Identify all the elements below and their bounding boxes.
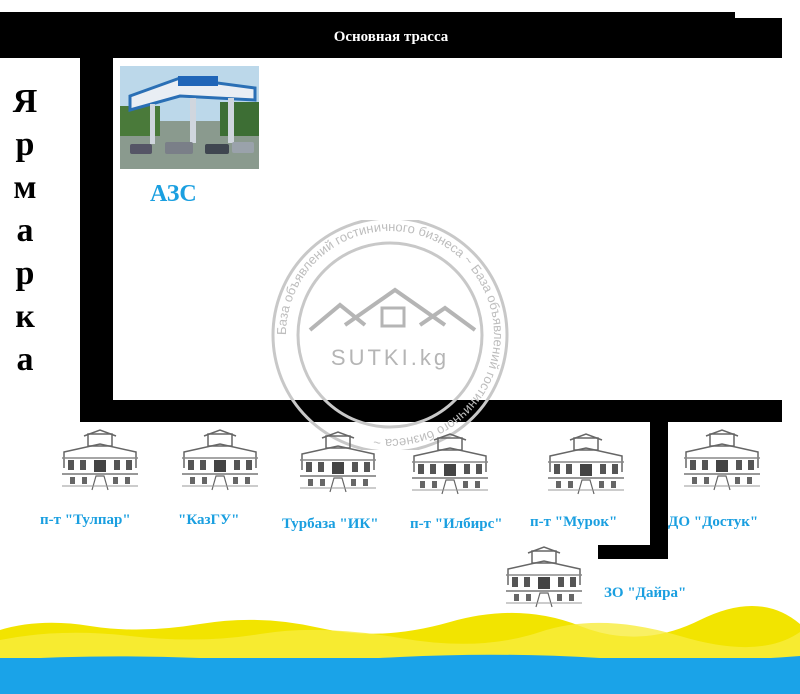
sutki-watermark: База объявлений гостиничного бизнеса ~ Б… xyxy=(271,220,509,450)
main-road-cap xyxy=(0,12,735,20)
fair-letter: м xyxy=(13,169,37,206)
building-icon xyxy=(61,429,139,491)
place-label-tulpar: п-т "Тулпар" xyxy=(40,512,131,528)
branch-road-vertical xyxy=(650,422,668,559)
building-icon xyxy=(683,429,761,491)
svg-text:База объявлений гостиничного б: База объявлений гостиничного бизнеса ~ Б… xyxy=(274,220,506,450)
fair-letter: а xyxy=(16,212,34,249)
building-icon xyxy=(299,431,377,493)
main-road-label: Основная трасса xyxy=(333,29,449,45)
left-road xyxy=(80,58,113,420)
place-label-dostuk: ДО "Достук" xyxy=(668,514,759,530)
place-label-ik: Турбаза "ИК" xyxy=(282,516,379,532)
fair-letter: р xyxy=(15,255,35,292)
place-label-ilbirs: п-т "Илбирс" xyxy=(410,516,503,532)
beach-and-lake xyxy=(0,605,800,694)
fair-letter: а xyxy=(16,341,34,378)
place-label-kazgu: "КазГУ" xyxy=(178,512,240,528)
building-icon xyxy=(547,433,625,495)
fair-label: Я р м а р к а xyxy=(10,80,40,381)
watermark-ring-text: База объявлений гостиничного бизнеса ~ Б… xyxy=(274,220,506,450)
place-label-murok: п-т "Мурок" xyxy=(530,514,618,530)
house-logo-icon xyxy=(308,287,477,332)
fair-letter: Я xyxy=(12,83,38,120)
watermark-text: SUTKI.kg xyxy=(331,345,449,370)
building-icon xyxy=(181,429,259,491)
building-icon xyxy=(411,433,489,495)
gas-station-label: АЗС xyxy=(150,181,197,207)
branch-road-horizontal xyxy=(598,545,668,559)
fair-letter: р xyxy=(15,126,35,163)
fair-letter: к xyxy=(15,298,35,335)
gas-station-image xyxy=(120,66,259,169)
